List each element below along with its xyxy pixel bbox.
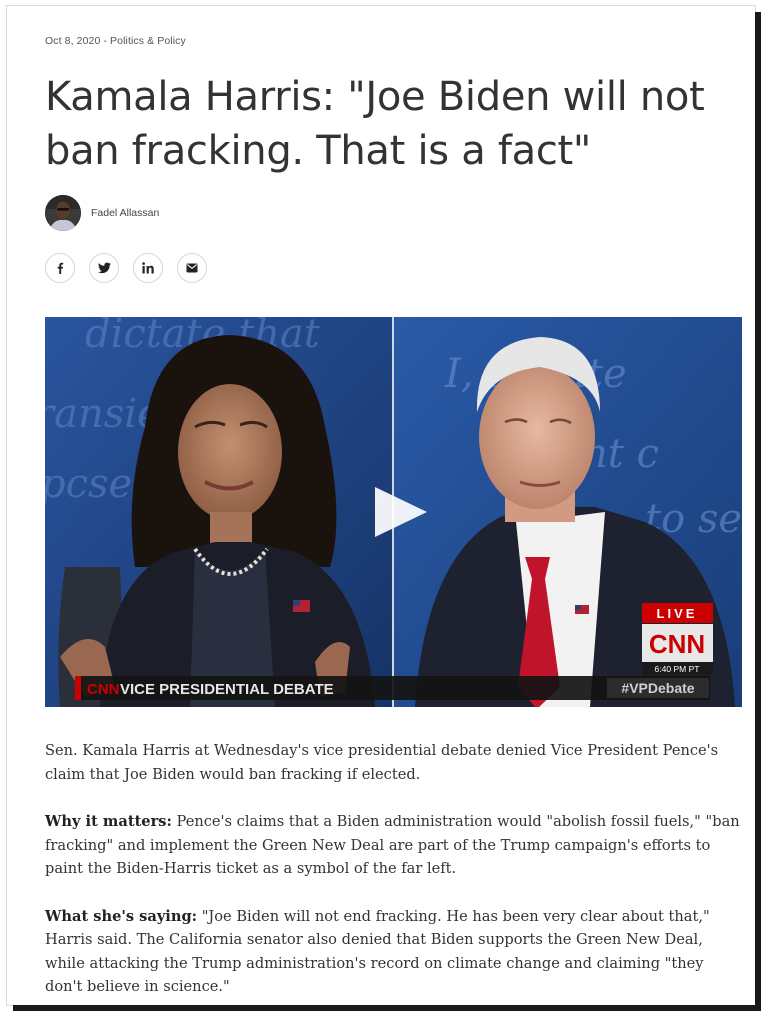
facebook-icon [57,262,64,274]
lower-third-logo: CNN [87,681,120,698]
article-meta: Oct 8, 2020 - Politics & Policy [45,35,186,47]
lower-third-text: VICE PRESIDENTIAL DEBATE [120,681,334,698]
paragraph-lead: What she's saying: [45,907,198,925]
author-avatar[interactable] [45,195,81,231]
live-label: LIVE [657,606,698,621]
share-twitter-button[interactable] [89,253,119,283]
share-email-button[interactable] [177,253,207,283]
share-buttons [45,253,207,283]
twitter-icon [97,262,111,274]
paragraph: What she's saying: "Joe Biden will not e… [45,905,743,999]
video-thumbnail: dictate that ransie s; pcse I, c to se L… [45,317,742,707]
backdrop-text: pcse [45,461,132,507]
cnn-logo: CNN [649,629,705,659]
author-name[interactable]: Fadel Allassan [91,207,159,219]
paragraph-lead: Why it matters: [45,813,172,830]
share-linkedin-button[interactable] [133,253,163,283]
article-page: Oct 8, 2020 - Politics & Policy Kamala H… [7,6,755,1005]
paragraph: Why it matters: Pence's claims that a Bi… [45,810,743,881]
article-date: Oct 8, 2020 [45,35,101,47]
video-player[interactable]: dictate that ransie s; pcse I, c to se L… [45,317,742,707]
article-category[interactable]: Politics & Policy [110,35,186,47]
article-body: Sen. Kamala Harris at Wednesday's vice p… [45,739,743,1005]
article-title: Kamala Harris: "Joe Biden will not ban f… [45,74,705,174]
share-facebook-button[interactable] [45,253,75,283]
lower-third-banner: CNN VICE PRESIDENTIAL DEBATE #VPDebate [75,676,710,700]
broadcast-time: 6:40 PM PT [655,664,700,674]
author-byline: Fadel Allassan [45,195,159,231]
meta-separator: - [100,35,111,47]
linkedin-icon [141,262,154,274]
live-badge: LIVE CNN 6:40 PM PT [642,603,713,675]
hashtag: #VPDebate [621,680,694,696]
email-icon [186,263,198,273]
paragraph: Sen. Kamala Harris at Wednesday's vice p… [45,742,719,783]
